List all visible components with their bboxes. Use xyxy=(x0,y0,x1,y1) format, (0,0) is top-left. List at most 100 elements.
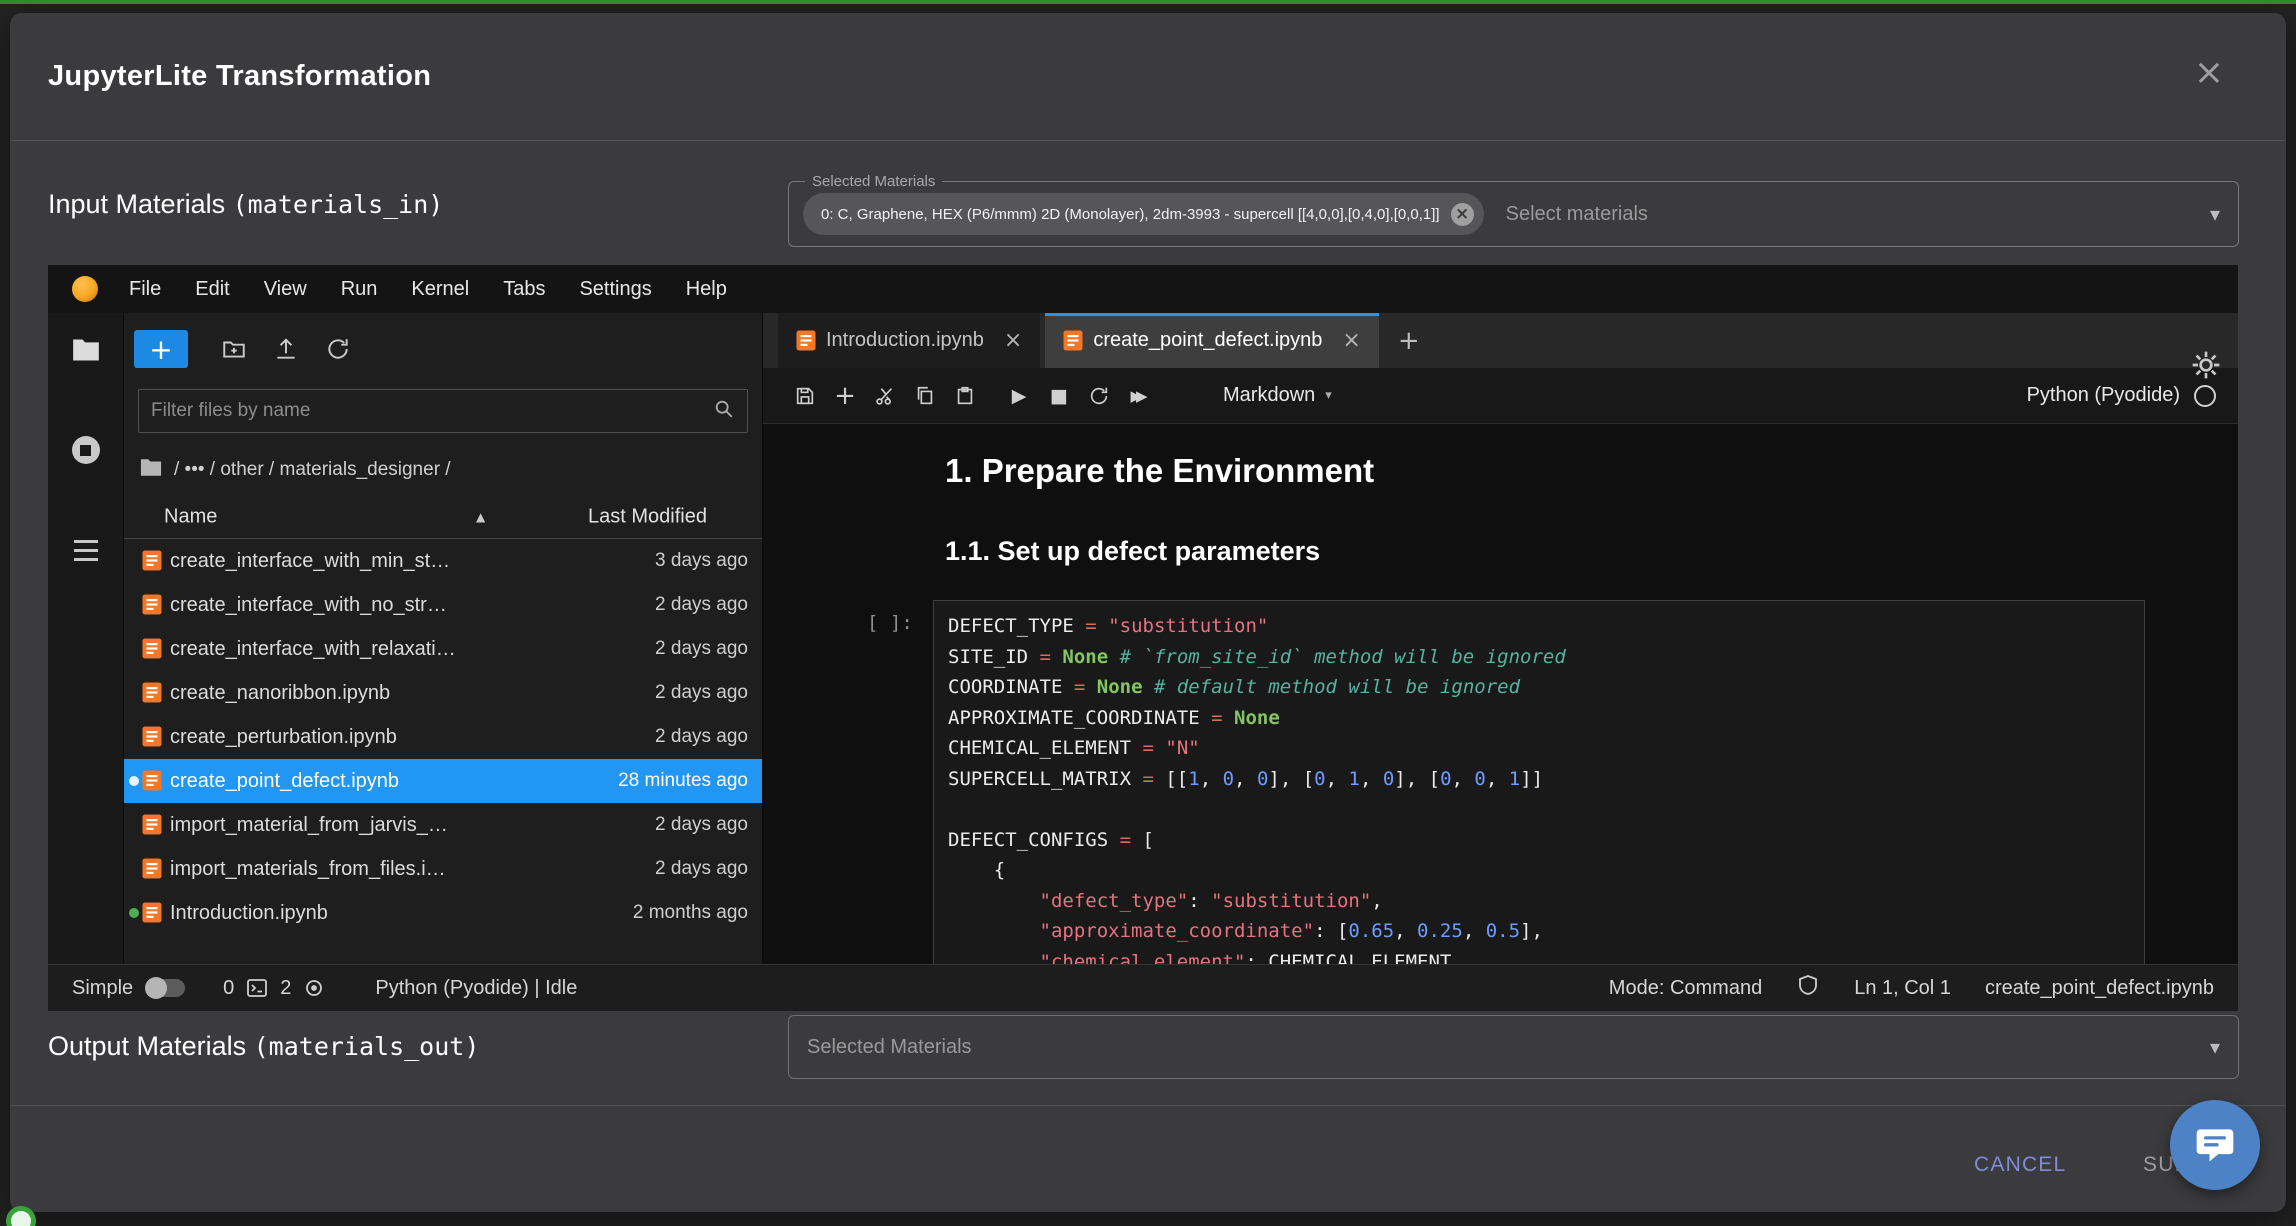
chevron-down-icon[interactable]: ▾ xyxy=(2210,1035,2220,1059)
terminals-count: 0 xyxy=(223,977,234,1000)
code-line: DEFECT_CONFIGS = [ xyxy=(948,825,2130,856)
table-of-contents-icon[interactable] xyxy=(71,535,101,565)
page-background: JupyterLite Transformation × Input Mater… xyxy=(0,0,2296,1226)
close-tab-icon[interactable]: × xyxy=(1004,328,1022,353)
file-row[interactable]: create_interface_with_relaxati…2 days ag… xyxy=(124,627,762,671)
terminal-icon[interactable] xyxy=(244,975,270,1001)
menu-kernel[interactable]: Kernel xyxy=(394,265,486,313)
file-modified: 2 days ago xyxy=(655,858,748,880)
file-modified: 2 days ago xyxy=(655,814,748,836)
menu-file[interactable]: File xyxy=(112,265,178,313)
chevron-down-icon: ▾ xyxy=(1325,388,1332,403)
status-bar-right: Mode: Command Ln 1, Col 1 create_point_d… xyxy=(1609,973,2214,1003)
code-line xyxy=(948,794,2130,825)
running-sessions-icon[interactable] xyxy=(71,435,101,465)
file-modified: 28 minutes ago xyxy=(618,770,748,792)
sort-asc-icon[interactable]: ▲ xyxy=(476,510,485,524)
notebook-tab-bar: Introduction.ipynb × create_point_defect… xyxy=(763,313,2238,368)
gear-icon[interactable] xyxy=(2190,349,2222,381)
copy-cell-icon[interactable] xyxy=(905,385,945,407)
cell-type-dropdown[interactable]: Markdown ▾ xyxy=(1223,384,1332,407)
notebook-toolbar: + ▶ ■ xyxy=(763,368,2238,424)
menu-run[interactable]: Run xyxy=(324,265,395,313)
save-icon[interactable] xyxy=(785,385,825,407)
active-filename[interactable]: create_point_defect.ipynb xyxy=(1985,977,2214,1000)
file-row[interactable]: create_interface_with_no_str…2 days ago xyxy=(124,583,762,627)
code-cell-source[interactable]: DEFECT_TYPE = "substitution"SITE_ID = No… xyxy=(933,600,2145,964)
notebook-heading-2: 1.1. Set up defect parameters xyxy=(945,536,1320,567)
restart-run-all-icon[interactable]: ▶▶ xyxy=(1119,387,1159,405)
tab-introduction[interactable]: Introduction.ipynb × xyxy=(778,313,1040,368)
home-folder-icon[interactable] xyxy=(140,458,162,483)
input-materials-select[interactable]: Selected Materials 0: C, Graphene, HEX (… xyxy=(788,181,2239,247)
cancel-button[interactable]: CANCEL xyxy=(1974,1153,2066,1177)
kernel-name: Python (Pyodide) xyxy=(2027,384,2180,407)
chevron-down-icon[interactable]: ▾ xyxy=(2210,202,2220,226)
file-modified: 3 days ago xyxy=(655,550,748,572)
kernel-status-text[interactable]: Python (Pyodide) | Idle xyxy=(375,977,577,1000)
new-folder-icon[interactable] xyxy=(220,335,248,363)
close-icon[interactable]: × xyxy=(2194,55,2224,91)
command-mode-indicator[interactable]: Mode: Command xyxy=(1609,977,1762,1000)
file-name: create_interface_with_relaxati… xyxy=(170,638,456,661)
file-row[interactable]: import_materials_from_files.i… 2 days ago xyxy=(124,847,762,891)
run-cell-icon[interactable]: ▶ xyxy=(999,385,1039,407)
simple-mode-label: Simple xyxy=(72,977,133,1000)
close-tab-icon[interactable]: × xyxy=(1342,328,1360,353)
notebook-heading-1: 1. Prepare the Environment xyxy=(945,452,1374,490)
file-row[interactable]: Introduction.ipynb2 months ago xyxy=(124,891,762,935)
breadcrumb[interactable]: / ••• / other / materials_designer / xyxy=(124,445,762,495)
trust-shield-icon[interactable] xyxy=(1796,973,1820,1003)
paste-cell-icon[interactable] xyxy=(945,385,985,407)
column-last-modified[interactable]: Last Modified xyxy=(588,505,707,528)
output-materials-select[interactable]: Selected Materials ▾ xyxy=(788,1015,2239,1079)
file-row[interactable]: create_perturbation.ipynb2 days ago xyxy=(124,715,762,759)
chip-delete-icon[interactable]: × xyxy=(1451,203,1474,226)
output-placeholder: Selected Materials xyxy=(807,1036,972,1059)
file-row[interactable]: create_interface_with_min_st… 3 days ago xyxy=(124,539,762,583)
code-line: COORDINATE = None # default method will … xyxy=(948,672,2130,703)
stop-kernel-icon[interactable]: ■ xyxy=(1039,385,1079,407)
code-line: "approximate_coordinate": [0.65, 0.25, 0… xyxy=(948,916,2130,947)
file-row[interactable]: create_point_defect.ipynb28 minutes ago xyxy=(124,759,762,803)
chat-fab-button[interactable] xyxy=(2170,1100,2260,1190)
tab-create-point-defect[interactable]: create_point_defect.ipynb × xyxy=(1045,313,1379,368)
file-row[interactable]: create_nanoribbon.ipynb2 days ago xyxy=(124,671,762,715)
file-name: create_interface_with_min_st… xyxy=(170,550,450,573)
file-browser-icon[interactable] xyxy=(71,335,101,365)
restart-kernel-icon[interactable] xyxy=(1079,385,1119,407)
menu-tabs[interactable]: Tabs xyxy=(486,265,562,313)
menu-settings[interactable]: Settings xyxy=(562,265,668,313)
notebook-icon xyxy=(142,638,162,659)
cut-cell-icon[interactable] xyxy=(865,385,905,407)
file-row[interactable]: import_material_from_jarvis_…2 days ago xyxy=(124,803,762,847)
jupyter-status-bar: Simple 0 2 Python (Pyodide) | Idle Mode:… xyxy=(48,964,2238,1011)
kernel-status-circle-icon[interactable] xyxy=(2194,385,2216,407)
file-name: create_perturbation.ipynb xyxy=(170,726,397,749)
new-launcher-button[interactable]: + xyxy=(134,330,188,368)
menu-view[interactable]: View xyxy=(247,265,324,313)
refresh-icon[interactable] xyxy=(324,335,352,363)
notebook-icon xyxy=(142,858,162,879)
kernel-sessions-icon[interactable] xyxy=(301,975,327,1001)
notebook-main-area: Introduction.ipynb × create_point_defect… xyxy=(763,313,2238,964)
select-materials-placeholder: Select materials xyxy=(1506,203,1648,226)
menu-help[interactable]: Help xyxy=(669,265,744,313)
menu-edit[interactable]: Edit xyxy=(178,265,246,313)
simple-mode-toggle[interactable] xyxy=(145,979,185,997)
file-list-header: Name ▲ Last Modified xyxy=(124,495,762,539)
column-name[interactable]: Name xyxy=(164,505,217,528)
file-name: Introduction.ipynb xyxy=(170,902,328,925)
output-materials-code: (materials_out) xyxy=(254,1032,480,1061)
code-line: SITE_ID = None # `from_site_id` method w… xyxy=(948,642,2130,673)
file-modified: 2 days ago xyxy=(655,594,748,616)
file-name: import_materials_from_files.i… xyxy=(170,858,446,881)
material-chip[interactable]: 0: C, Graphene, HEX (P6/mmm) 2D (Monolay… xyxy=(803,193,1484,235)
file-filter-input[interactable] xyxy=(151,400,713,422)
upload-icon[interactable] xyxy=(272,335,300,363)
cursor-position[interactable]: Ln 1, Col 1 xyxy=(1854,977,1951,1000)
kernel-indicator: Python (Pyodide) xyxy=(2027,384,2216,407)
chat-bubble-icon xyxy=(2193,1123,2237,1167)
add-cell-icon[interactable]: + xyxy=(825,381,865,411)
new-tab-button[interactable]: + xyxy=(1384,313,1434,368)
